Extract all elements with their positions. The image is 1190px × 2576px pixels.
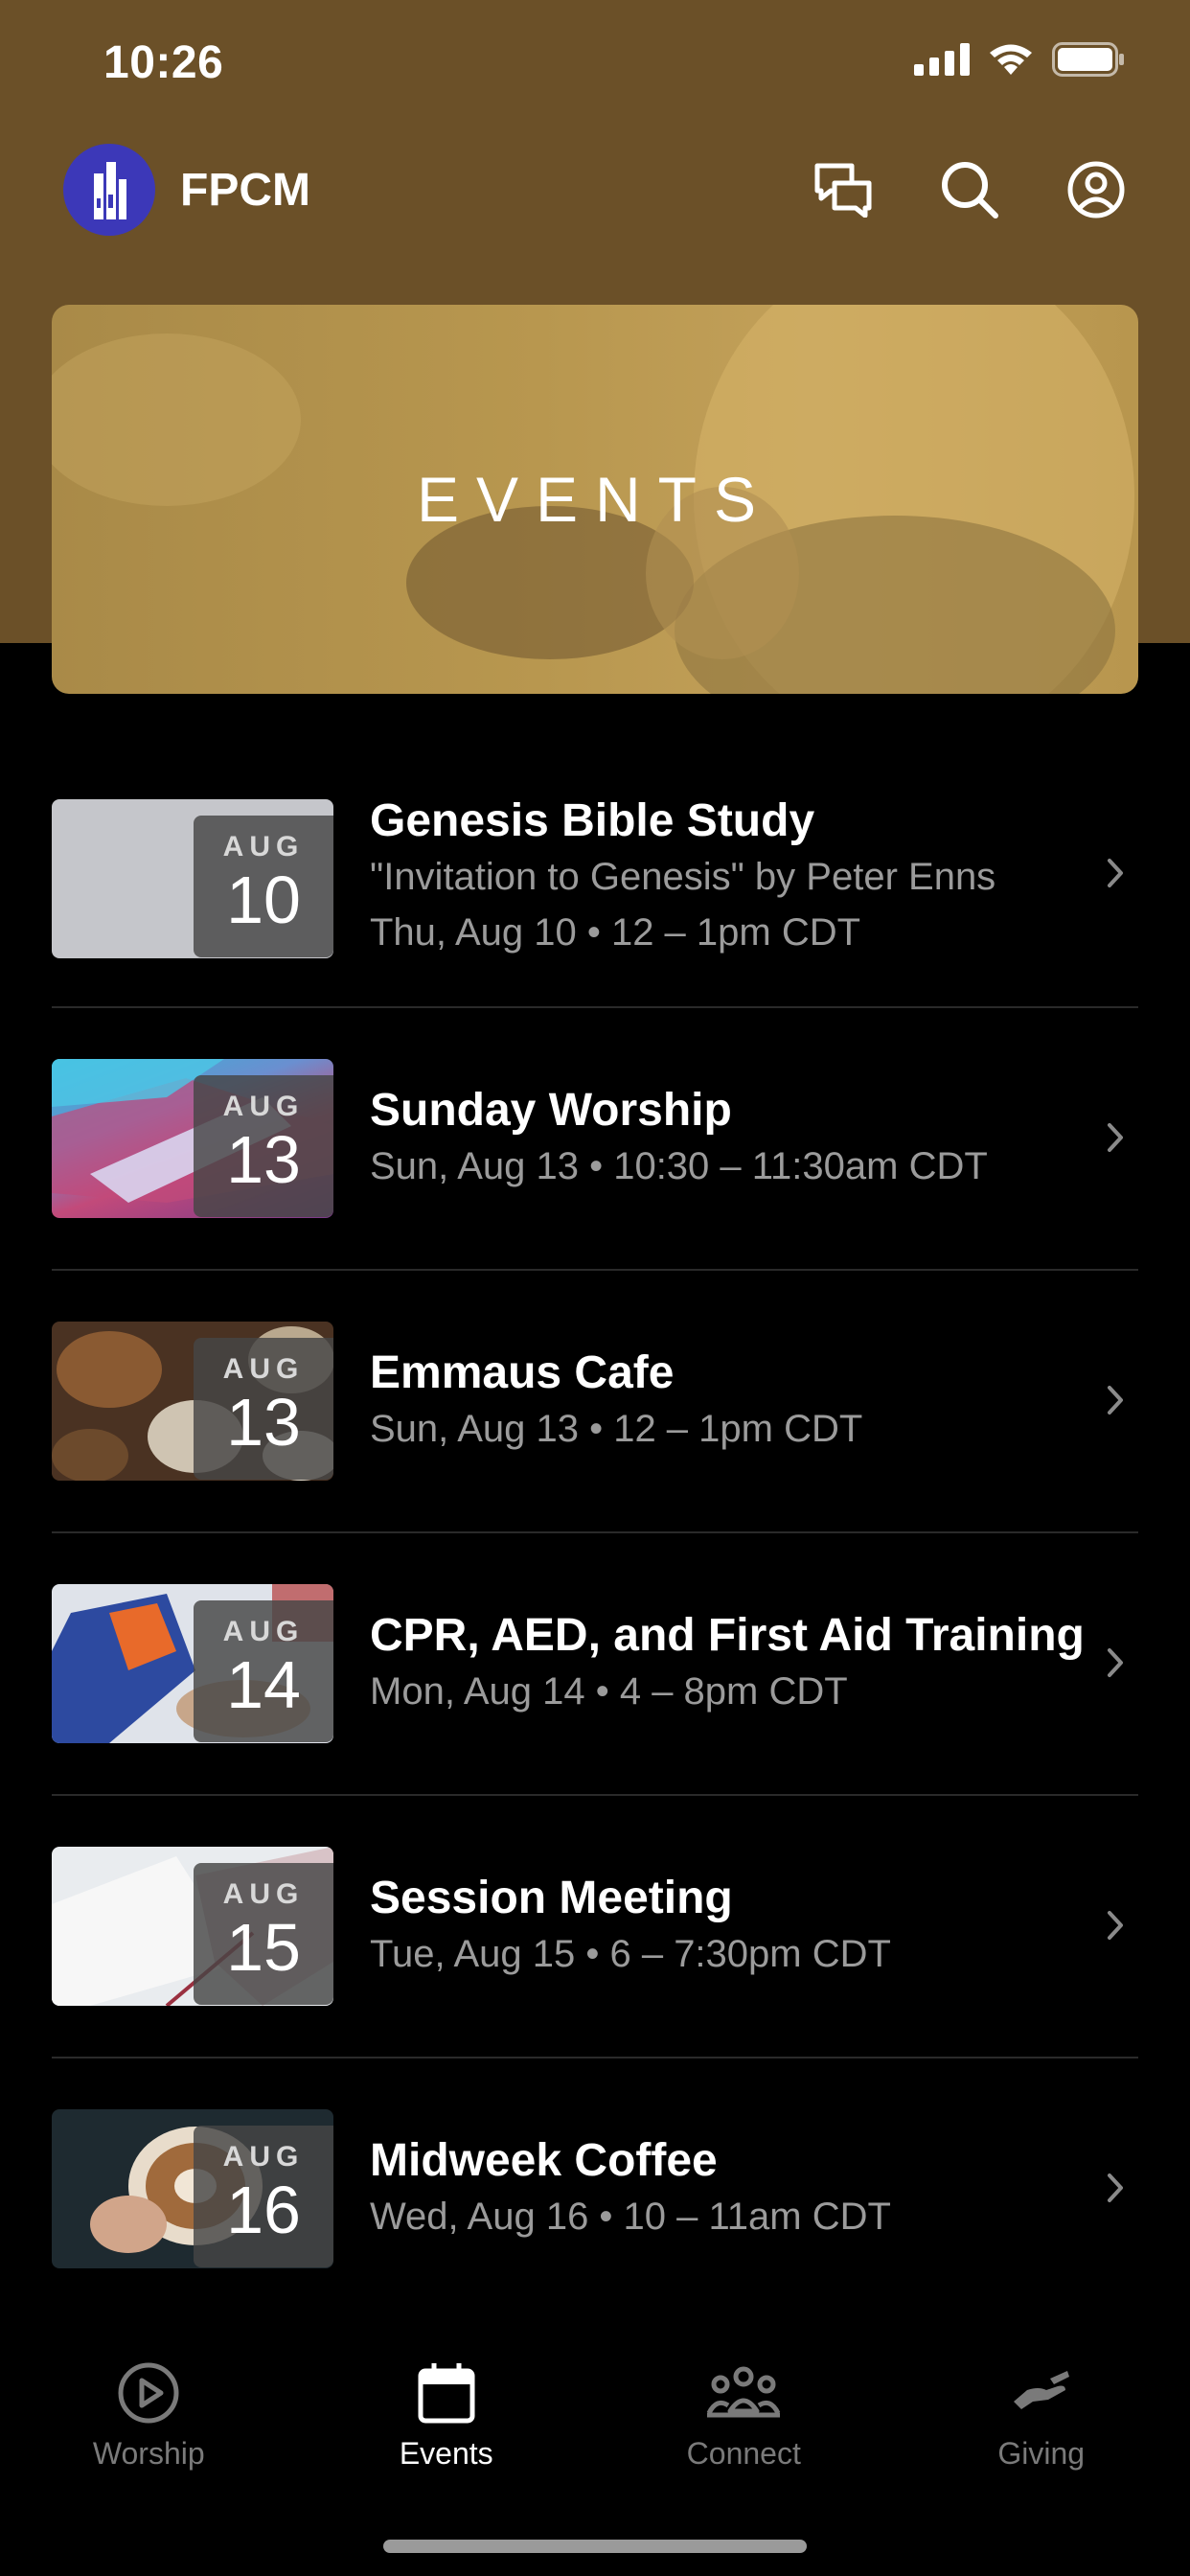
date-month: AUG [222, 1353, 305, 1385]
event-thumbnail: AUG 15 [52, 1847, 333, 2006]
chevron-right-icon [1108, 1911, 1123, 1940]
event-title: CPR, AED, and First Aid Training [370, 1610, 1085, 1661]
home-indicator[interactable] [383, 2540, 807, 2553]
profile-button[interactable] [1065, 159, 1127, 220]
date-month: AUG [222, 2141, 305, 2173]
event-row-cpr-training[interactable]: AUG 14 CPR, AED, and First Aid Training … [52, 1533, 1138, 1796]
banner-title: EVENTS [416, 464, 774, 535]
chevron-right-icon [1108, 1386, 1123, 1414]
church-building-icon [94, 162, 126, 219]
date-badge: AUG 16 [194, 2126, 333, 2267]
event-thumbnail: AUG 13 [52, 1322, 333, 1481]
event-title: Genesis Bible Study [370, 795, 815, 846]
event-row-genesis-bible-study[interactable]: AUG 10 Genesis Bible Study "Invitation t… [52, 780, 1138, 1008]
messages-button[interactable] [812, 159, 874, 220]
app-name: FPCM [180, 164, 310, 216]
event-datetime: Sun, Aug 13 • 10:30 – 11:30am CDT [370, 1145, 988, 1187]
people-icon [707, 2366, 781, 2418]
tab-label: Giving [997, 2436, 1086, 2471]
battery-icon [1052, 42, 1124, 77]
search-icon [942, 162, 998, 218]
status-time: 10:26 [103, 37, 224, 88]
events-banner: EVENTS [52, 305, 1138, 694]
play-circle-icon [118, 2362, 179, 2424]
event-thumbnail: AUG 13 [52, 1059, 333, 1218]
date-day: 13 [226, 1385, 301, 1460]
user-profile-icon [1067, 161, 1125, 218]
tab-label: Worship [92, 2436, 205, 2471]
chevron-right-icon [1108, 2174, 1123, 2202]
chat-bubbles-icon [814, 163, 872, 218]
date-badge: AUG 13 [194, 1075, 333, 1217]
event-datetime: Tue, Aug 15 • 6 – 7:30pm CDT [370, 1933, 891, 1975]
tab-label: Connect [686, 2436, 801, 2471]
tab-connect[interactable]: Connect [595, 2317, 893, 2472]
event-datetime: Mon, Aug 14 • 4 – 8pm CDT [370, 1670, 848, 1713]
church-logo[interactable] [63, 144, 155, 236]
date-month: AUG [222, 1091, 305, 1122]
event-description: "Invitation to Genesis" by Peter Enns [370, 856, 996, 898]
app-header: FPCM [63, 142, 1127, 238]
date-day: 10 [226, 862, 301, 937]
chevron-right-icon [1108, 1123, 1123, 1152]
event-title: Emmaus Cafe [370, 1347, 675, 1398]
event-title: Session Meeting [370, 1873, 733, 1923]
calendar-icon [418, 2363, 475, 2424]
tab-giving[interactable]: Giving [893, 2317, 1190, 2472]
tab-events[interactable]: Events [298, 2317, 596, 2472]
date-badge: AUG 14 [194, 1600, 333, 1742]
event-title: Midweek Coffee [370, 2135, 718, 2186]
events-list: AUG 10 Genesis Bible Study "Invitation t… [52, 780, 1138, 2321]
date-badge: AUG 13 [194, 1338, 333, 1480]
search-button[interactable] [939, 159, 1000, 220]
event-thumbnail: AUG 16 [52, 2109, 333, 2268]
date-badge: AUG 10 [194, 816, 333, 957]
date-day: 13 [226, 1122, 301, 1197]
event-row-session-meeting[interactable]: AUG 15 Session Meeting Tue, Aug 15 • 6 –… [52, 1796, 1138, 2058]
tab-worship[interactable]: Worship [0, 2317, 298, 2472]
date-day: 15 [226, 1910, 301, 1985]
event-datetime: Wed, Aug 16 • 10 – 11am CDT [370, 2196, 891, 2238]
event-row-midweek-coffee[interactable]: AUG 16 Midweek Coffee Wed, Aug 16 • 10 –… [52, 2058, 1138, 2321]
date-day: 14 [226, 1647, 301, 1722]
giving-hand-icon [1013, 2371, 1069, 2409]
event-datetime: Thu, Aug 10 • 12 – 1pm CDT [370, 911, 861, 954]
chevron-right-icon [1108, 859, 1123, 887]
date-badge: AUG 15 [194, 1863, 333, 2005]
date-month: AUG [222, 1878, 305, 1910]
wifi-icon [990, 44, 1032, 75]
event-thumbnail: AUG 14 [52, 1584, 333, 1743]
event-datetime: Sun, Aug 13 • 12 – 1pm CDT [370, 1408, 863, 1450]
tab-bar: Worship Events Connect Giving [0, 2317, 1190, 2576]
cellular-signal-icon [914, 43, 970, 76]
date-month: AUG [222, 831, 305, 862]
tab-label: Events [399, 2436, 493, 2471]
date-month: AUG [222, 1616, 305, 1647]
date-day: 16 [226, 2173, 301, 2247]
chevron-right-icon [1108, 1648, 1123, 1677]
status-icons [914, 42, 1125, 77]
event-row-sunday-worship[interactable]: AUG 13 Sunday Worship Sun, Aug 13 • 10:3… [52, 1008, 1138, 1271]
event-title: Sunday Worship [370, 1085, 732, 1136]
event-thumbnail: AUG 10 [52, 799, 333, 958]
event-row-emmaus-cafe[interactable]: AUG 13 Emmaus Cafe Sun, Aug 13 • 12 – 1p… [52, 1271, 1138, 1533]
